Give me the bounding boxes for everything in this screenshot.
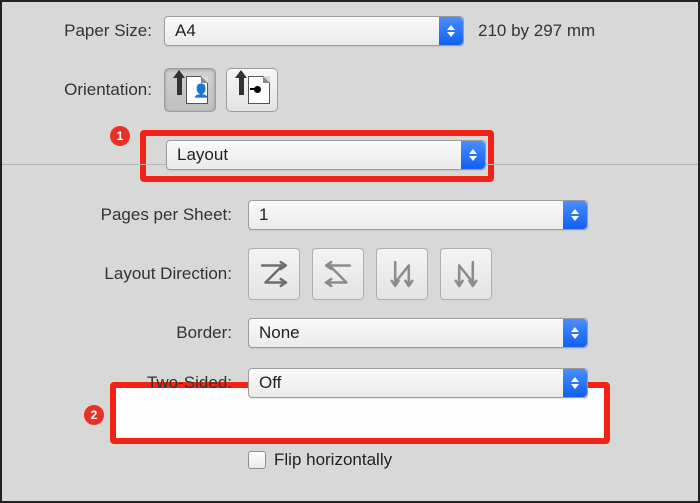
pages-per-sheet-value: 1 [249, 205, 563, 225]
orientation-landscape-button[interactable] [226, 68, 278, 112]
pages-per-sheet-dropdown[interactable]: 1 [248, 200, 588, 230]
border-dropdown[interactable]: None [248, 318, 588, 348]
annotation-badge-2: 2 [84, 405, 104, 425]
chevron-updown-icon [461, 141, 485, 169]
orientation-portrait-button[interactable]: 👤 [164, 68, 216, 112]
layout-z-icon [257, 257, 291, 291]
layout-s-icon [321, 257, 355, 291]
layout-n-icon [385, 257, 419, 291]
chevron-updown-icon [563, 201, 587, 229]
layout-direction-n-button[interactable] [376, 248, 428, 300]
page-portrait-icon: 👤 [186, 76, 208, 104]
paper-size-dropdown[interactable]: A4 [164, 16, 464, 46]
border-label: Border: [22, 323, 232, 343]
border-value: None [249, 323, 563, 343]
layout-direction-s-button[interactable] [312, 248, 364, 300]
layout-direction-label: Layout Direction: [22, 264, 232, 284]
paper-size-label: Paper Size: [22, 21, 152, 41]
layout-rn-icon [449, 257, 483, 291]
pages-per-sheet-label: Pages per Sheet: [22, 205, 232, 225]
orientation-label: Orientation: [22, 80, 152, 100]
chevron-updown-icon [563, 319, 587, 347]
paper-size-value: A4 [165, 21, 439, 41]
print-section-value: Layout [167, 145, 461, 165]
two-sided-value: Off [249, 373, 563, 393]
print-section-dropdown[interactable]: Layout [166, 140, 486, 170]
paper-dimensions-text: 210 by 297 mm [478, 21, 595, 41]
layout-direction-z-button[interactable] [248, 248, 300, 300]
two-sided-label: Two-Sided: [22, 373, 232, 393]
flip-horizontally-label: Flip horizontally [274, 450, 392, 470]
flip-horizontally-checkbox[interactable] [248, 451, 266, 469]
chevron-updown-icon [563, 369, 587, 397]
two-sided-dropdown[interactable]: Off [248, 368, 588, 398]
reverse-page-orientation-checkbox[interactable] [248, 422, 266, 440]
page-landscape-icon [248, 76, 270, 104]
layout-direction-reverse-n-button[interactable] [440, 248, 492, 300]
arrow-up-icon [177, 75, 182, 95]
annotation-badge-1: 1 [110, 126, 130, 146]
arrow-up-icon [239, 75, 244, 95]
chevron-updown-icon [439, 17, 463, 45]
